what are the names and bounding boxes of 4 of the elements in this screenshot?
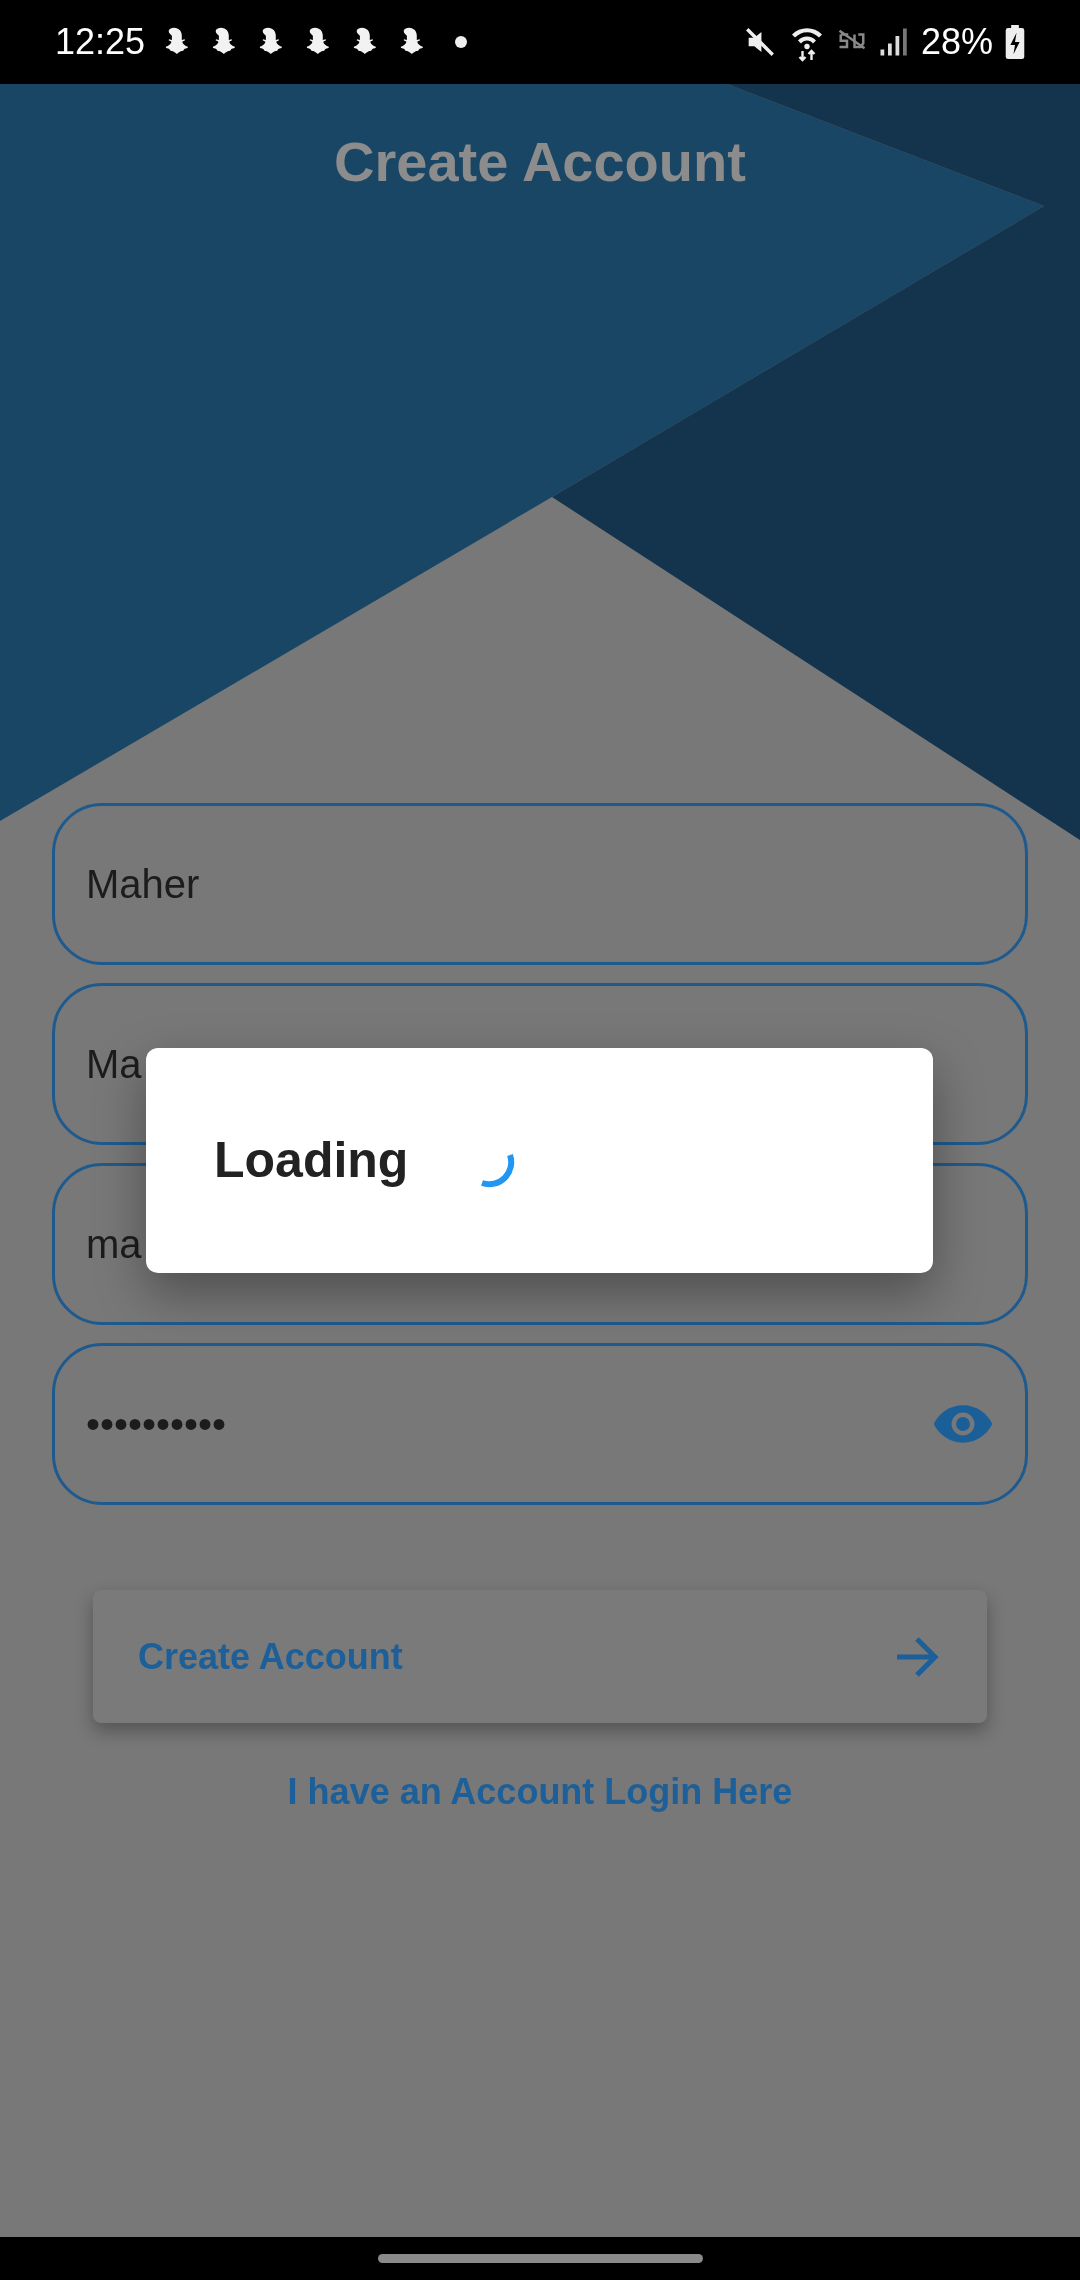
battery-percentage: 28% — [920, 20, 993, 64]
loading-dialog: Loading — [146, 1048, 933, 1273]
clock-time: 12:25 — [55, 20, 146, 64]
page-title: Create Account — [334, 130, 746, 194]
